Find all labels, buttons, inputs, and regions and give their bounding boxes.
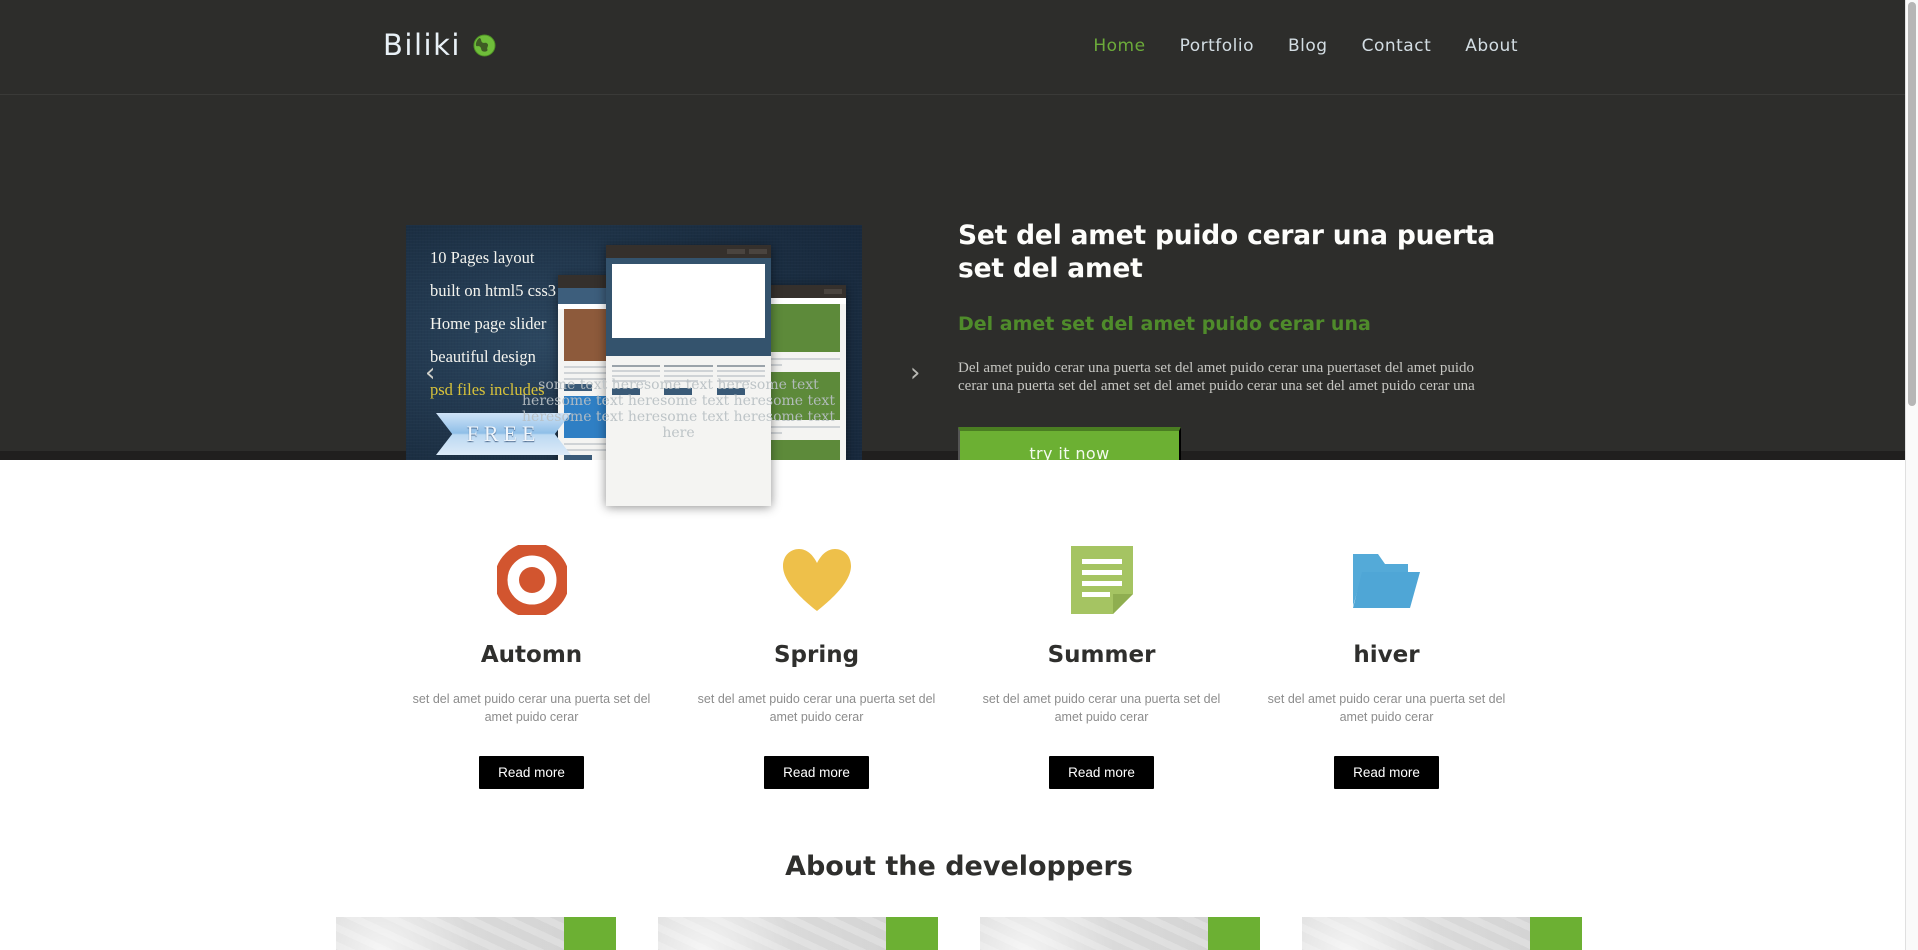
developers-heading: About the developpers — [785, 851, 1133, 882]
developer-avatar — [1302, 917, 1530, 950]
slider-dot-1[interactable] — [534, 470, 546, 482]
developer-card-4[interactable] — [1302, 917, 1582, 950]
feature-title: hiver — [1353, 642, 1420, 668]
hero-section: 10 Pages layout built on html5 css3 Home… — [0, 95, 1918, 520]
nav-item-about[interactable]: About — [1448, 36, 1535, 56]
developer-accent-strip — [1530, 917, 1582, 950]
slider-bullet-2: Home page slider — [430, 314, 547, 333]
slider-bullet-3: beautiful design — [430, 347, 536, 366]
site-logo[interactable]: Biliki — [383, 28, 496, 62]
slider-caption-overlay: some text heresome text heresome text he… — [522, 377, 835, 441]
features-section: Automn set del amet puido cerar una puer… — [0, 460, 1918, 950]
feature-card-spring: Spring set del amet puido cerar una puer… — [674, 538, 959, 789]
developer-avatar — [658, 917, 886, 950]
heart-icon — [674, 538, 959, 622]
feature-title: Summer — [1047, 642, 1156, 668]
site-header: Biliki Home Portfolio Blog Contact About — [0, 0, 1918, 95]
hero-body-text: Del amet puido cerar una puerta set del … — [958, 360, 1475, 394]
slider-dot-3[interactable] — [576, 470, 588, 482]
feature-description: set del amet puido cerar una puerta set … — [982, 692, 1221, 724]
feature-title: Automn — [480, 642, 583, 668]
folder-icon — [1244, 538, 1529, 622]
developer-card-2[interactable] — [658, 917, 938, 950]
nav-item-home[interactable]: Home — [1076, 36, 1162, 56]
feature-description: set del amet puido cerar una puerta set … — [412, 692, 651, 724]
developer-accent-strip — [564, 917, 616, 950]
feature-description: set del amet puido cerar una puerta set … — [1267, 692, 1506, 724]
slider-bullet-0: 10 Pages layout — [430, 248, 535, 267]
document-icon — [959, 538, 1244, 622]
main-navigation[interactable]: Home Portfolio Blog Contact About — [1076, 36, 1535, 56]
developer-card-1[interactable] — [336, 917, 616, 950]
nav-item-contact[interactable]: Contact — [1345, 36, 1449, 56]
globe-icon — [473, 33, 496, 57]
read-more-button-hiver[interactable]: Read more — [1334, 756, 1439, 789]
developers-row — [0, 917, 1918, 950]
nav-item-portfolio[interactable]: Portfolio — [1163, 36, 1271, 56]
developer-avatar — [336, 917, 564, 950]
slider-next-arrow-icon[interactable]: › — [910, 360, 920, 386]
page-root: Biliki Home Portfolio Blog Contact About — [0, 0, 1918, 950]
developer-accent-strip — [1208, 917, 1260, 950]
page-scrollbar[interactable] — [1905, 0, 1918, 950]
feature-card-hiver: hiver set del amet puido cerar una puert… — [1244, 538, 1529, 789]
feature-card-automn: Automn set del amet puido cerar una puer… — [389, 538, 674, 789]
read-more-button-summer[interactable]: Read more — [1049, 756, 1154, 789]
read-more-button-spring[interactable]: Read more — [764, 756, 869, 789]
developer-accent-strip — [886, 917, 938, 950]
developer-avatar — [980, 917, 1208, 950]
slider-dot-2[interactable] — [555, 470, 567, 482]
feature-title: Spring — [773, 642, 860, 668]
scrollbar-thumb[interactable] — [1908, 2, 1916, 406]
nav-item-blog[interactable]: Blog — [1271, 36, 1345, 56]
feature-description: set del amet puido cerar una puerta set … — [697, 692, 936, 724]
slider-mock-window-center — [606, 245, 771, 506]
slider-bullet-1: built on html5 css3 — [430, 281, 557, 300]
read-more-button-automn[interactable]: Read more — [479, 756, 584, 789]
target-icon — [389, 538, 674, 622]
hero-subtitle: Del amet set del amet puido cerar una — [958, 313, 1371, 335]
developer-card-3[interactable] — [980, 917, 1260, 950]
feature-card-summer: Summer set del amet puido cerar una puer… — [959, 538, 1244, 789]
hero-copy: Set del amet puido cerar una puerta set … — [958, 219, 1503, 478]
features-row: Automn set del amet puido cerar una puer… — [0, 538, 1918, 789]
logo-text: Biliki — [383, 28, 461, 62]
slider-pagination-dots[interactable] — [534, 470, 588, 482]
slider-prev-arrow-icon[interactable]: ‹ — [425, 360, 435, 386]
hero-title: Set del amet puido cerar una puerta set … — [958, 220, 1496, 284]
